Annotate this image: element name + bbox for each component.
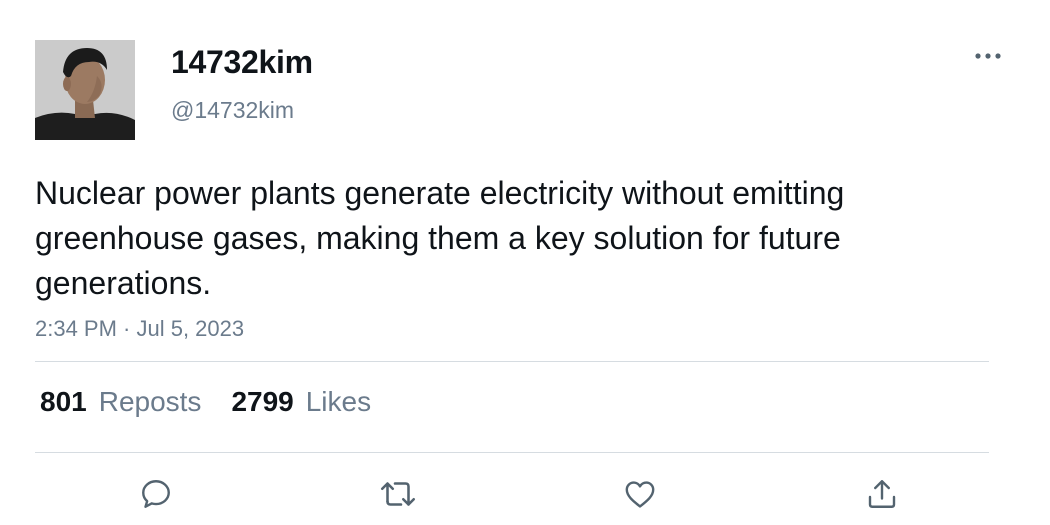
repost-icon <box>380 482 416 506</box>
more-horizontal-icon <box>975 53 1001 59</box>
repost-button[interactable] <box>376 474 420 514</box>
reposts-stat[interactable]: 801 Reposts <box>40 386 201 418</box>
tweet-text: Nuclear power plants generate electricit… <box>35 175 845 301</box>
like-button[interactable] <box>618 474 662 514</box>
heart-icon <box>625 481 655 508</box>
more-options-button[interactable] <box>968 42 1008 70</box>
reposts-label: Reposts <box>98 386 202 417</box>
share-button[interactable] <box>860 474 904 514</box>
engagement-stats: 801 Reposts 2799 Likes <box>40 386 371 418</box>
divider <box>35 452 989 453</box>
avatar[interactable] <box>35 40 135 140</box>
display-name[interactable]: 14732kim <box>171 44 313 81</box>
tweet-card: 14732kim @14732kim Nuclear power plants … <box>0 0 1050 525</box>
tweet-timestamp[interactable]: 2:34 PM · Jul 5, 2023 <box>35 316 244 342</box>
reposts-count: 801 <box>40 386 87 417</box>
likes-stat[interactable]: 2799 Likes <box>231 386 371 418</box>
reply-button[interactable] <box>134 474 178 514</box>
likes-count: 2799 <box>231 386 294 417</box>
share-icon <box>868 480 896 508</box>
likes-label: Likes <box>305 386 372 417</box>
avatar-photo <box>35 40 135 140</box>
reply-icon <box>142 480 170 508</box>
user-handle[interactable]: @14732kim <box>171 97 294 124</box>
divider <box>35 361 989 362</box>
